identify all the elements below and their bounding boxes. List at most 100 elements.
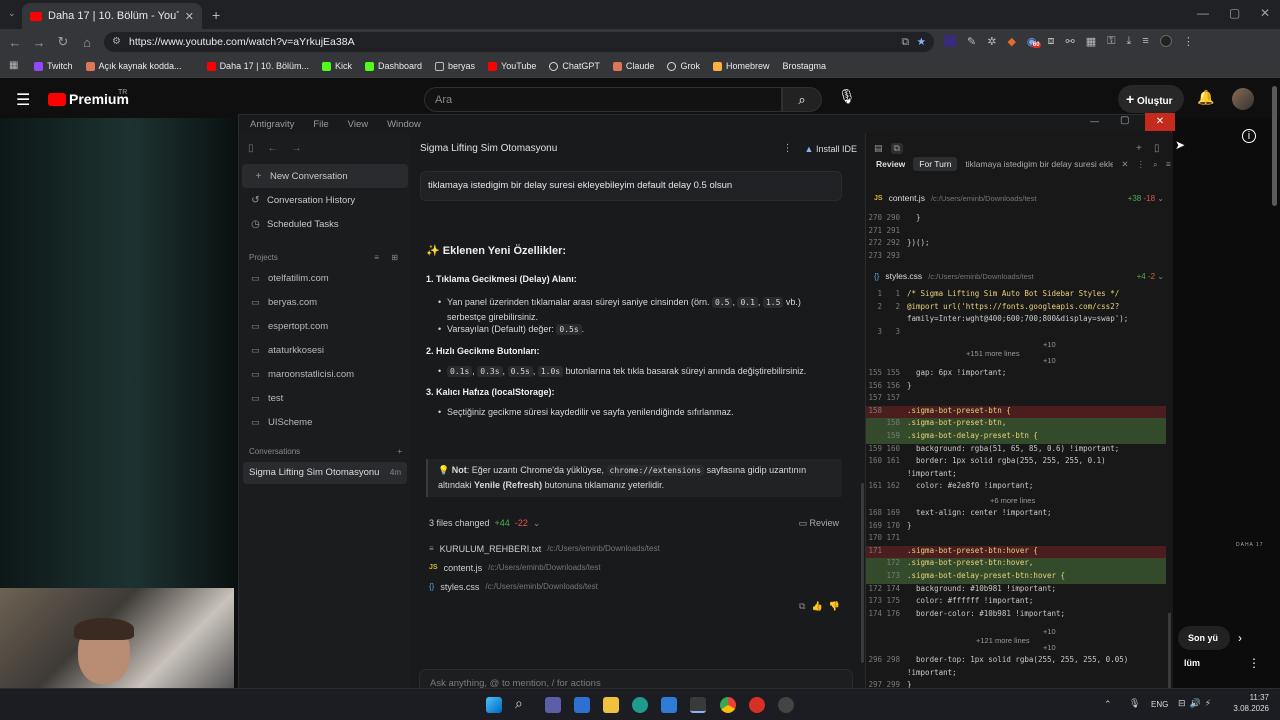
reading-list-icon[interactable]: ≡ — [1142, 35, 1148, 48]
tab-prompt[interactable]: tiklamaya istedigim bir delay suresi ekl… — [965, 159, 1113, 169]
bookmark-beryas[interactable]: beryas — [435, 61, 475, 71]
bookmark-homebrew[interactable]: Homebrew — [712, 61, 769, 71]
add-conversation-icon[interactable]: + — [397, 447, 402, 456]
bookmark-acik-kaynak[interactable]: Açık kaynak kodda... — [85, 61, 182, 71]
expand-up-10[interactable]: +10 — [1043, 627, 1056, 636]
extensions-puzzle-icon[interactable]: ⧈ — [1048, 35, 1055, 48]
chat-more-icon[interactable]: ⋮ — [783, 143, 793, 154]
user-avatar[interactable] — [1232, 88, 1254, 110]
more-vert-icon[interactable]: ⋮ — [1248, 656, 1260, 670]
review-more-icon[interactable]: ⋮ — [1137, 159, 1146, 170]
project-item[interactable]: ▭ UIScheme — [239, 410, 411, 434]
hamburger-menu-icon[interactable]: ☰ — [16, 90, 30, 110]
thumbs-up-icon[interactable]: 👍 — [811, 601, 828, 611]
extension-badge-icon[interactable]: ◉ 60 — [1027, 35, 1041, 48]
add-panel-icon[interactable]: + — [1136, 143, 1142, 154]
brave-extension-icon[interactable]: ◆ — [1007, 35, 1015, 48]
youtube-logo-icon[interactable] — [48, 93, 66, 106]
bookmark-brostagma[interactable]: Brostagma — [782, 61, 826, 71]
copy-icon[interactable]: ⧉ — [799, 601, 811, 611]
bookmark-daha17[interactable]: Daha 17 | 10. Bölüm... — [206, 61, 309, 71]
pen-extension-icon[interactable]: ✎ — [967, 35, 976, 48]
expand-down-10[interactable]: +10 — [1043, 643, 1056, 652]
language-indicator[interactable]: ENG — [1151, 700, 1168, 709]
taskbar-search-icon[interactable]: ⌕ — [515, 695, 523, 712]
toggle-panel-icon[interactable]: ▯ — [1154, 143, 1160, 154]
apps-grid-icon[interactable]: ▦ — [9, 60, 18, 71]
bookmark-dashboard[interactable]: Dashboard — [364, 61, 422, 71]
bookmark-grok[interactable]: Grok — [667, 61, 700, 71]
vscode-icon[interactable] — [661, 697, 677, 713]
clock-date[interactable]: 3.08.2026 — [1219, 704, 1269, 713]
site-info-icon[interactable]: ⚙ — [112, 32, 121, 52]
reload-icon[interactable]: ↻ — [51, 34, 75, 50]
copilot-icon[interactable] — [545, 697, 561, 713]
conversation-item[interactable]: Sigma Lifting Sim Otomasyonu 4m — [243, 462, 407, 484]
microsoft-store-icon[interactable] — [574, 697, 590, 713]
tab-search-icon[interactable]: ⌄ — [8, 8, 16, 19]
project-item[interactable]: ▭ test — [239, 386, 411, 410]
file-explorer-icon[interactable] — [603, 697, 619, 713]
review-list-icon[interactable]: ≡ — [1166, 159, 1171, 169]
scheduled-tasks-button[interactable]: ◷ Scheduled Tasks — [239, 212, 411, 236]
bookmark-chatgpt[interactable]: ChatGPT — [549, 61, 600, 71]
edge-icon[interactable] — [632, 697, 648, 713]
tab-close-icon[interactable]: ✕ — [185, 10, 194, 23]
info-icon[interactable]: i — [1242, 129, 1256, 143]
nav-forward-icon[interactable]: → — [292, 143, 302, 154]
chrome-icon[interactable] — [720, 697, 736, 713]
review-button[interactable]: ▭ Review — [798, 518, 839, 529]
profile-avatar[interactable] — [1159, 35, 1172, 47]
projects-actions-icon[interactable]: ≡ ⊞ — [374, 253, 403, 262]
new-conversation-button[interactable]: + New Conversation — [242, 164, 408, 188]
recording-app-icon[interactable] — [749, 697, 765, 713]
tab-close-icon[interactable]: ✕ — [1121, 159, 1128, 170]
create-button[interactable]: + Oluştur — [1118, 85, 1184, 113]
new-tab-icon[interactable]: + — [212, 7, 220, 23]
project-item[interactable]: ▭ espertopt.com — [239, 314, 411, 338]
video-right-area[interactable]: i DAHA 17 Son yü › lüm ⋮ — [1172, 118, 1280, 688]
document-icon[interactable]: ▤ — [874, 143, 883, 154]
download-icon[interactable]: ⤓ — [1127, 35, 1132, 48]
thumbs-down-icon[interactable]: 👎 — [829, 601, 846, 611]
voice-search-icon[interactable]: 🎙 — [838, 88, 856, 110]
menu-window[interactable]: Window — [387, 119, 421, 130]
app-minimize-icon[interactable]: — — [1090, 116, 1099, 126]
mic-tray-icon[interactable]: 🎙 — [1129, 698, 1140, 709]
close-window-icon[interactable]: ✕ — [1260, 6, 1270, 20]
bookmark-twitch[interactable]: Twitch — [34, 61, 73, 71]
bookmark-star-icon[interactable]: ★ — [917, 32, 926, 52]
project-item[interactable]: ▭ beryas.com — [239, 290, 411, 314]
profile-sync-icon[interactable]: ⚯ — [1066, 35, 1075, 48]
expand-6-lines[interactable]: +6 more lines — [990, 496, 1035, 505]
forward-icon[interactable]: → — [27, 35, 51, 50]
menu-view[interactable]: View — [348, 119, 368, 130]
diff-file-header-content-js[interactable]: JS content.js /c:/Users/eminb/Downloads/… — [874, 193, 1164, 203]
changed-file[interactable]: ≡ KURULUM_REHBERI.txt/c:/Users/eminb/Down… — [426, 539, 842, 558]
nav-back-icon[interactable]: ← — [268, 143, 278, 154]
review-search-icon[interactable]: ⌕ — [1153, 159, 1158, 170]
video-player-background[interactable] — [0, 118, 238, 588]
gear-extension-icon[interactable]: ✲ — [987, 35, 996, 48]
back-icon[interactable]: ← — [3, 35, 27, 50]
bookmark-claude[interactable]: Claude — [612, 61, 654, 71]
expand-121-lines[interactable]: +121 more lines — [976, 636, 1030, 645]
project-item[interactable]: ▭ maroonstatlicisi.com — [239, 362, 411, 386]
bookmark-youtube[interactable]: YouTube — [488, 61, 536, 71]
app-close-button[interactable]: ✕ — [1145, 113, 1175, 131]
conversation-history-button[interactable]: ↺ Conversation History — [239, 188, 411, 212]
menu-antigravity[interactable]: Antigravity — [250, 119, 294, 130]
url-bar[interactable]: ⚙ https://www.youtube.com/watch?v=aYrkuj… — [104, 32, 934, 52]
chat-scrollbar[interactable] — [861, 483, 864, 663]
home-icon[interactable]: ⌂ — [75, 35, 99, 50]
chevron-right-icon[interactable]: › — [1238, 631, 1242, 645]
diff-file-header-styles-css[interactable]: {} styles.css /c:/Users/eminb/Downloads/… — [874, 271, 1164, 281]
page-scrollbar[interactable] — [1272, 86, 1277, 206]
obs-icon[interactable] — [778, 697, 794, 713]
extension-1-icon[interactable] — [944, 35, 956, 47]
clock-time[interactable]: 11:37 — [1229, 693, 1269, 702]
install-ide-button[interactable]: ▲ Install IDE — [805, 144, 857, 154]
network-volume-battery-icons[interactable]: ⊟🔊⚡ — [1178, 698, 1215, 709]
expand-down-10[interactable]: +10 — [1043, 356, 1056, 365]
menu-file[interactable]: File — [313, 119, 328, 130]
